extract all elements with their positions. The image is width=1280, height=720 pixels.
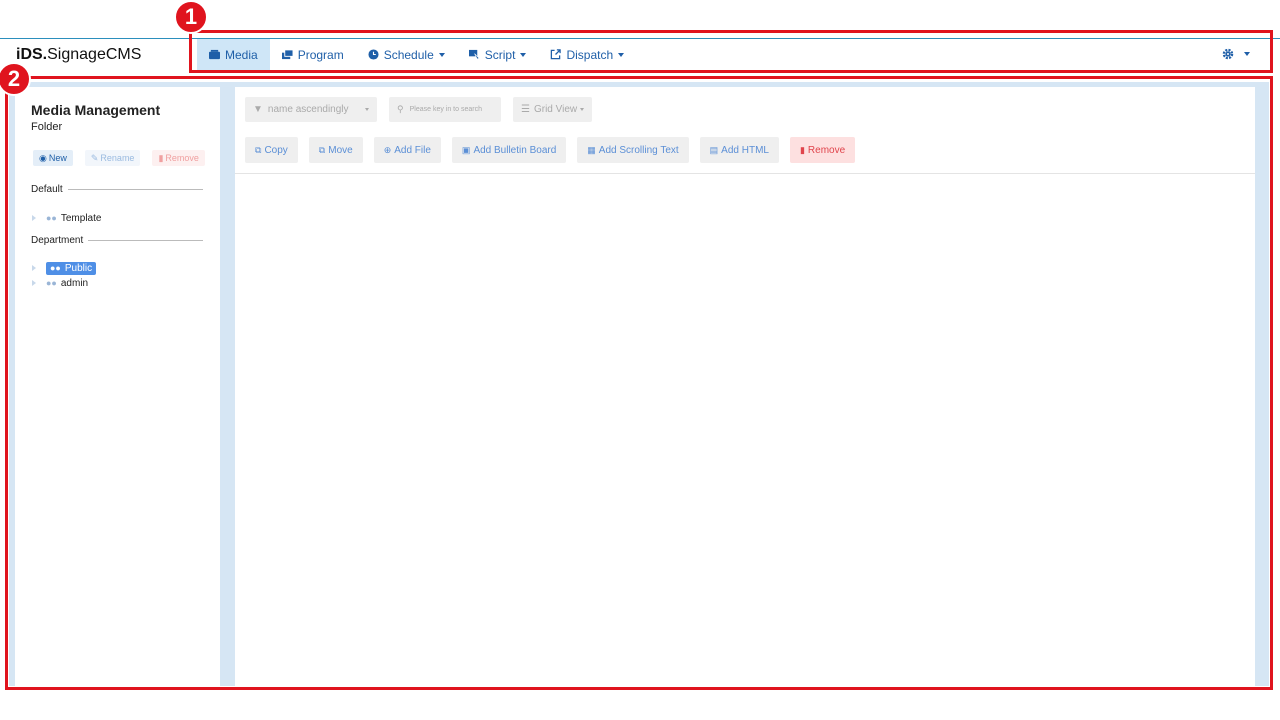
divider: [88, 240, 203, 241]
text-box-icon: ▦: [587, 144, 596, 155]
program-icon: [281, 49, 293, 60]
trash-icon: ▮: [158, 152, 164, 163]
add-file-label: Add File: [394, 144, 431, 156]
group-icon: ●●: [46, 212, 57, 223]
clock-icon: [368, 49, 379, 60]
remove-label: Remove: [807, 144, 846, 156]
copy-button[interactable]: ⧉ Copy: [245, 137, 298, 163]
toolbar-divider: [235, 173, 1255, 174]
dispatch-icon: [551, 49, 562, 60]
add-bulletin-label: Add Bulletin Board: [473, 144, 557, 156]
section-default-label: Default: [31, 184, 63, 195]
trash-icon: ▮: [799, 144, 805, 155]
chevron-down-icon: [438, 52, 445, 57]
add-bulletin-board-button[interactable]: ▣ Add Bulletin Board: [451, 137, 567, 163]
remove-button[interactable]: ▮ Remove: [789, 137, 856, 163]
nav-media[interactable]: Media: [197, 39, 270, 70]
rename-folder-label: Rename: [100, 153, 135, 163]
nav-program[interactable]: Program: [270, 39, 356, 70]
tree-item-template[interactable]: ●● Template: [32, 211, 101, 225]
move-button[interactable]: ⧉ Move: [308, 137, 363, 163]
app-logo[interactable]: iDS.SignageCMS: [16, 46, 141, 64]
new-folder-button[interactable]: ◉ New: [33, 150, 73, 166]
nav-media-label: Media: [225, 47, 258, 62]
plus-circle-icon: ⊕: [383, 144, 392, 155]
group-icon: ●●: [46, 277, 57, 288]
media-icon: [209, 49, 220, 60]
chevron-down-icon: [520, 52, 527, 57]
pencil-icon: ✎: [90, 152, 99, 163]
search-placeholder: Please key in to search: [409, 106, 482, 113]
tree-item-admin[interactable]: ●● admin: [32, 276, 88, 290]
nav-dispatch[interactable]: Dispatch: [538, 39, 636, 70]
tree-item-label: Public: [64, 262, 93, 274]
logo-bold: iDS.: [16, 46, 48, 63]
add-html-button[interactable]: ▤ Add HTML: [699, 137, 779, 163]
nav-script[interactable]: Script: [457, 39, 539, 70]
section-department: Department: [31, 235, 203, 246]
settings-menu[interactable]: [1222, 48, 1250, 60]
briefcase-icon: ▣: [461, 144, 471, 155]
media-content: ▼ name ascendingly ⚲ Please key in to se…: [235, 87, 1255, 686]
search-input[interactable]: ⚲ Please key in to search: [389, 97, 501, 122]
chevron-down-icon: [1244, 52, 1250, 56]
sort-select[interactable]: ▼ name ascendingly: [245, 97, 377, 122]
filter-icon: ▼: [253, 104, 263, 115]
tree-item-public[interactable]: ●● Public: [32, 261, 97, 275]
top-navbar: iDS.SignageCMS Media Program Schedule Sc…: [0, 38, 1280, 71]
document-icon: ▤: [709, 144, 719, 155]
new-folder-label: New: [48, 153, 67, 163]
group-icon: ●●: [50, 263, 61, 273]
expand-arrow-icon[interactable]: [32, 215, 36, 221]
add-scrolling-label: Add Scrolling Text: [598, 144, 679, 156]
chevron-down-icon: [618, 52, 625, 57]
nav-schedule[interactable]: Schedule: [356, 39, 457, 70]
annotation-badge-1: 1: [174, 0, 208, 34]
gear-icon: [1222, 48, 1234, 60]
plus-icon: ◉: [39, 152, 47, 163]
list-icon: ☰: [521, 104, 530, 115]
action-toolbar: ⧉ Copy ⧉ Move ⊕ Add File ▣ Add Bulletin Boar…: [245, 137, 856, 163]
expand-arrow-icon[interactable]: [32, 265, 36, 271]
add-file-button[interactable]: ⊕ Add File: [373, 137, 441, 163]
view-value: Grid View: [533, 104, 578, 115]
expand-arrow-icon[interactable]: [32, 280, 36, 286]
move-icon: ⧉: [318, 144, 326, 155]
sidebar-title: Media Management: [31, 102, 161, 118]
chevron-down-icon: [365, 108, 369, 111]
sidebar-subtitle: Folder: [31, 121, 63, 133]
move-label: Move: [328, 144, 353, 156]
logo-text: SignageCMS: [47, 46, 142, 63]
nav-program-label: Program: [297, 47, 344, 62]
script-icon: [468, 49, 480, 60]
main-nav: Media Program Schedule Script Dispatch: [197, 39, 636, 70]
copy-icon: ⧉: [255, 144, 262, 155]
section-default: Default: [31, 184, 203, 195]
add-html-label: Add HTML: [721, 144, 769, 156]
view-select[interactable]: ☰ Grid View: [513, 97, 592, 122]
nav-dispatch-label: Dispatch: [566, 47, 614, 62]
rename-folder-button[interactable]: ✎ Rename: [84, 150, 141, 166]
add-scrolling-text-button[interactable]: ▦ Add Scrolling Text: [577, 137, 689, 163]
tree-item-label: admin: [60, 277, 89, 289]
chevron-down-icon: [580, 108, 584, 111]
main-area: Media Management Folder ◉ New ✎ Rename ▮ Re…: [9, 82, 1269, 686]
divider: [67, 189, 203, 190]
nav-script-label: Script: [484, 47, 516, 62]
remove-folder-label: Remove: [165, 153, 199, 163]
section-department-label: Department: [31, 235, 84, 246]
filter-toolbar: ▼ name ascendingly ⚲ Please key in to se…: [245, 97, 592, 122]
tree-item-label: Template: [60, 212, 102, 224]
sort-value: name ascendingly: [267, 104, 349, 115]
copy-label: Copy: [264, 144, 288, 156]
folder-sidebar: Media Management Folder ◉ New ✎ Rename ▮ Re…: [15, 87, 220, 686]
folder-actions: ◉ New ✎ Rename ▮ Remove: [33, 150, 205, 166]
remove-folder-button[interactable]: ▮ Remove: [152, 150, 205, 166]
nav-schedule-label: Schedule: [383, 47, 434, 62]
search-icon: ⚲: [397, 104, 404, 114]
